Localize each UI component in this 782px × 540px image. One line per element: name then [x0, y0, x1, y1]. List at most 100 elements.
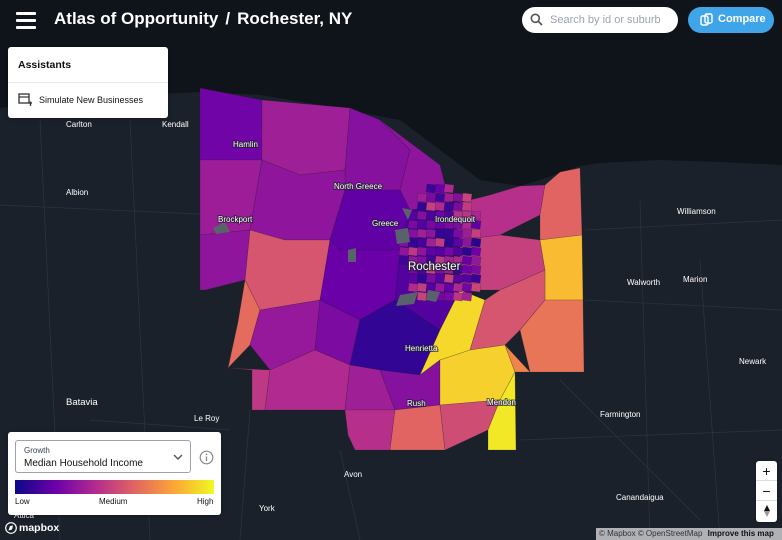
- city-tract[interactable]: [416, 192, 428, 203]
- city-tract[interactable]: [461, 291, 473, 302]
- city-tract[interactable]: [452, 228, 464, 239]
- city-tract[interactable]: [398, 246, 410, 257]
- city-tract[interactable]: [425, 237, 437, 248]
- city-tract[interactable]: [452, 291, 464, 302]
- city-tract[interactable]: [452, 192, 464, 203]
- zoom-controls: + −: [756, 461, 777, 522]
- zoom-in-button[interactable]: +: [756, 461, 777, 481]
- city-tract[interactable]: [461, 273, 473, 284]
- city-tract[interactable]: [452, 201, 464, 212]
- mapbox-logo-icon: [5, 522, 17, 534]
- city-tract[interactable]: [434, 183, 446, 194]
- city-tract[interactable]: [461, 246, 473, 257]
- city-tract[interactable]: [461, 237, 473, 248]
- city-tract[interactable]: [416, 246, 428, 257]
- info-icon[interactable]: [199, 450, 214, 465]
- compare-button[interactable]: Compare: [688, 7, 774, 33]
- city-tract[interactable]: [461, 192, 473, 203]
- place-label-le-roy: Le Roy: [194, 414, 219, 423]
- city-tract[interactable]: [434, 282, 446, 293]
- legend-high-label: High: [197, 497, 214, 506]
- city-tract[interactable]: [425, 273, 437, 284]
- city-tract[interactable]: [425, 201, 437, 212]
- city-tract[interactable]: [443, 228, 455, 239]
- simulate-new-businesses-item[interactable]: Simulate New Businesses: [8, 83, 168, 118]
- census-region-12[interactable]: [244, 229, 331, 311]
- city-tract[interactable]: [470, 255, 482, 266]
- census-region-30[interactable]: [344, 409, 396, 451]
- place-label-canandaigua: Canandaigua: [616, 493, 664, 502]
- city-tract[interactable]: [434, 273, 446, 284]
- city-tract[interactable]: [470, 228, 482, 239]
- city-tract[interactable]: [470, 282, 482, 293]
- city-tract[interactable]: [443, 237, 455, 248]
- city-tract[interactable]: [434, 246, 446, 257]
- census-region-31[interactable]: [389, 404, 446, 451]
- city-tract[interactable]: [443, 282, 455, 293]
- city-tract[interactable]: [407, 219, 419, 230]
- hamburger-menu-icon[interactable]: [14, 11, 38, 29]
- city-tract[interactable]: [416, 219, 428, 230]
- chevron-down-icon: [173, 454, 183, 460]
- city-tract[interactable]: [434, 201, 446, 212]
- city-tract[interactable]: [416, 228, 428, 239]
- city-tract[interactable]: [425, 246, 437, 257]
- metric-group-label: Growth: [24, 446, 50, 455]
- city-tract[interactable]: [416, 291, 428, 302]
- census-region-2[interactable]: [261, 99, 351, 176]
- city-tract[interactable]: [470, 273, 482, 284]
- app-name: Atlas of Opportunity: [54, 9, 219, 28]
- city-tract[interactable]: [416, 237, 428, 248]
- page-title: Atlas of Opportunity / Rochester, NY: [54, 9, 352, 29]
- city-tract[interactable]: [461, 255, 473, 266]
- census-region-16[interactable]: [539, 234, 584, 301]
- city-tract[interactable]: [434, 192, 446, 203]
- city-tract[interactable]: [461, 201, 473, 212]
- city-tract[interactable]: [434, 228, 446, 239]
- city-tract[interactable]: [416, 282, 428, 293]
- metric-select[interactable]: Growth Median Household Income: [15, 440, 191, 473]
- mapbox-logo-text: mapbox: [19, 522, 60, 534]
- city-tract[interactable]: [443, 273, 455, 284]
- city-tract[interactable]: [452, 237, 464, 248]
- compare-label: Compare: [718, 13, 766, 25]
- city-tract[interactable]: [443, 201, 455, 212]
- zoom-out-button[interactable]: −: [756, 481, 777, 501]
- city-tract[interactable]: [416, 210, 428, 221]
- mapbox-attribution-link[interactable]: © Mapbox: [599, 529, 636, 538]
- city-tract[interactable]: [461, 228, 473, 239]
- city-tract[interactable]: [407, 282, 419, 293]
- city-tract[interactable]: [407, 273, 419, 284]
- city-tract[interactable]: [425, 228, 437, 239]
- census-region-1[interactable]: [199, 87, 263, 161]
- city-tract[interactable]: [461, 282, 473, 293]
- city-tract[interactable]: [461, 264, 473, 275]
- city-tract[interactable]: [443, 246, 455, 257]
- city-tract[interactable]: [470, 264, 482, 275]
- city-tract[interactable]: [416, 273, 428, 284]
- city-tract[interactable]: [416, 201, 428, 212]
- search-box[interactable]: [522, 7, 678, 33]
- city-tract[interactable]: [452, 273, 464, 284]
- city-tract[interactable]: [470, 246, 482, 257]
- city-tract[interactable]: [443, 291, 455, 302]
- city-tract[interactable]: [452, 246, 464, 257]
- city-tract[interactable]: [425, 183, 437, 194]
- osm-attribution-link[interactable]: © OpenStreetMap: [638, 529, 703, 538]
- search-input[interactable]: [550, 11, 670, 29]
- city-tract[interactable]: [407, 246, 419, 257]
- legend-low-label: Low: [15, 497, 30, 506]
- city-tract[interactable]: [434, 237, 446, 248]
- city-tract[interactable]: [443, 192, 455, 203]
- city-tract[interactable]: [407, 228, 419, 239]
- city-tract[interactable]: [470, 237, 482, 248]
- place-label-rush: Rush: [407, 399, 426, 408]
- place-label-henrietta: Henrietta: [405, 344, 438, 353]
- compass-button[interactable]: [756, 501, 777, 521]
- place-label-walworth: Walworth: [627, 278, 660, 287]
- city-tract[interactable]: [425, 192, 437, 203]
- city-tract[interactable]: [443, 183, 455, 194]
- improve-map-link[interactable]: Improve this map: [708, 529, 774, 538]
- place-label-carlton: Carlton: [66, 120, 92, 129]
- city-tract[interactable]: [452, 282, 464, 293]
